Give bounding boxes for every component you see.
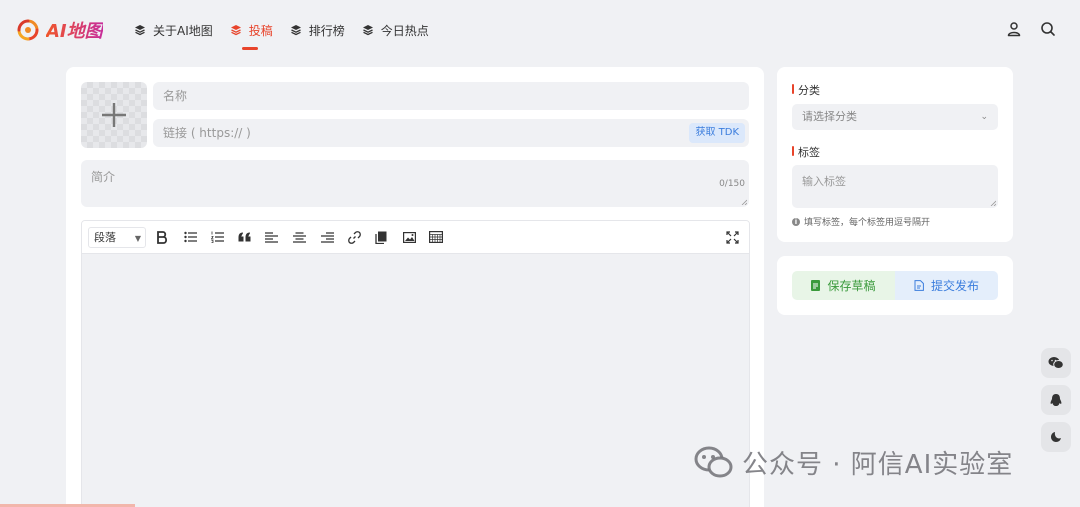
paragraph-format-select[interactable]: 段落 ▼ (88, 227, 146, 248)
numbered-list-button[interactable] (209, 229, 225, 245)
bold-button[interactable] (154, 229, 170, 245)
actions-card: 保存草稿 提交发布 (777, 256, 1013, 315)
copy-button[interactable] (373, 229, 389, 245)
tags-hint: i 填写标签，每个标签用逗号隔开 (792, 215, 930, 228)
quote-icon (238, 232, 250, 242)
copy-icon (375, 231, 387, 244)
link-button[interactable] (346, 229, 362, 245)
url-field: 获取 TDK (153, 119, 749, 147)
save-draft-button[interactable]: 保存草稿 (792, 271, 895, 300)
layers-icon (135, 25, 145, 36)
header: AI地图 关于AI地图 投稿 排行榜 今日热点 (0, 0, 1080, 60)
logo-upload[interactable] (81, 82, 147, 148)
search-icon[interactable] (1040, 21, 1056, 37)
bold-icon (157, 230, 168, 244)
layers-icon (362, 25, 373, 36)
intro-field: 0/150 (81, 160, 749, 207)
qq-button[interactable] (1041, 385, 1071, 415)
qq-icon (1050, 393, 1062, 406)
caret-down-icon: ▼ (134, 234, 141, 243)
editor-toolbar: 段落 ▼ (82, 221, 749, 254)
wechat-logo-icon (694, 446, 733, 477)
plus-icon (102, 103, 126, 127)
layers-icon (290, 25, 301, 36)
name-field (153, 82, 749, 110)
align-left-button[interactable] (263, 229, 279, 245)
main-nav: 关于AI地图 投稿 排行榜 今日热点 (134, 20, 446, 50)
url-input[interactable] (153, 119, 749, 147)
rich-text-editor: 段落 ▼ (81, 220, 750, 507)
nav-label: 投稿 (248, 23, 273, 38)
nav-label: 关于AI地图 (153, 23, 213, 38)
table-icon (429, 231, 443, 243)
align-center-button[interactable] (291, 229, 307, 245)
file-edit-icon (914, 280, 924, 291)
submission-form-card: 获取 TDK 0/150 段落 ▼ (66, 67, 764, 507)
wechat-icon (1048, 357, 1064, 369)
tags-input[interactable] (792, 165, 998, 208)
watermark-text: 公众号 · 阿信AI实验室 (742, 450, 1014, 480)
bullet-list-icon (183, 231, 197, 243)
image-icon (402, 231, 416, 243)
resize-handle-icon[interactable] (741, 199, 747, 205)
nav-item-hot-today[interactable]: 今日热点 (362, 20, 429, 40)
insert-table-button[interactable] (428, 229, 444, 245)
intro-textarea[interactable] (81, 160, 749, 207)
wechat-watermark: 公众号 · 阿信AI实验室 (694, 444, 1013, 481)
submit-publish-button[interactable]: 提交发布 (895, 271, 998, 300)
tags-label: 标签 (792, 144, 820, 160)
user-icon[interactable] (1006, 21, 1022, 37)
link-icon (347, 230, 361, 244)
meta-card: 分类 请选择分类 ⌄ 标签 i 填写标签，每个标签用逗号隔开 (777, 67, 1013, 242)
logo-swirl-icon (17, 19, 39, 41)
dark-mode-button[interactable] (1041, 422, 1071, 452)
nav-label: 今日热点 (380, 23, 429, 38)
brand-name: AI地图 (46, 17, 103, 43)
numbered-list-icon (210, 231, 224, 243)
nav-item-ranking[interactable]: 排行榜 (290, 20, 345, 40)
info-icon: i (792, 217, 800, 226)
wechat-button[interactable] (1041, 348, 1071, 378)
quote-button[interactable] (236, 229, 252, 245)
align-right-icon (320, 231, 334, 243)
fetch-tdk-button[interactable]: 获取 TDK (689, 123, 745, 143)
chevron-down-icon: ⌄ (980, 112, 988, 122)
category-select[interactable]: 请选择分类 ⌄ (792, 104, 998, 130)
align-right-button[interactable] (319, 229, 335, 245)
intro-char-counter: 0/150 (719, 179, 745, 189)
editor-content-area[interactable] (82, 254, 749, 507)
bullet-list-button[interactable] (182, 229, 198, 245)
nav-item-submit[interactable]: 投稿 (230, 20, 273, 50)
name-input[interactable] (153, 82, 749, 110)
fullscreen-icon (725, 230, 739, 244)
document-icon (811, 280, 821, 291)
nav-item-about[interactable]: 关于AI地图 (134, 20, 213, 40)
align-center-icon (292, 231, 306, 243)
align-left-icon (264, 231, 278, 243)
nav-label: 排行榜 (308, 23, 345, 38)
fullscreen-button[interactable] (724, 229, 740, 245)
layers-icon (230, 25, 241, 36)
resize-handle-icon[interactable] (990, 200, 996, 206)
category-label: 分类 (792, 82, 820, 98)
insert-image-button[interactable] (401, 229, 417, 245)
tags-field (792, 165, 998, 208)
moon-icon (1051, 432, 1061, 442)
site-logo[interactable]: AI地图 (16, 16, 103, 44)
